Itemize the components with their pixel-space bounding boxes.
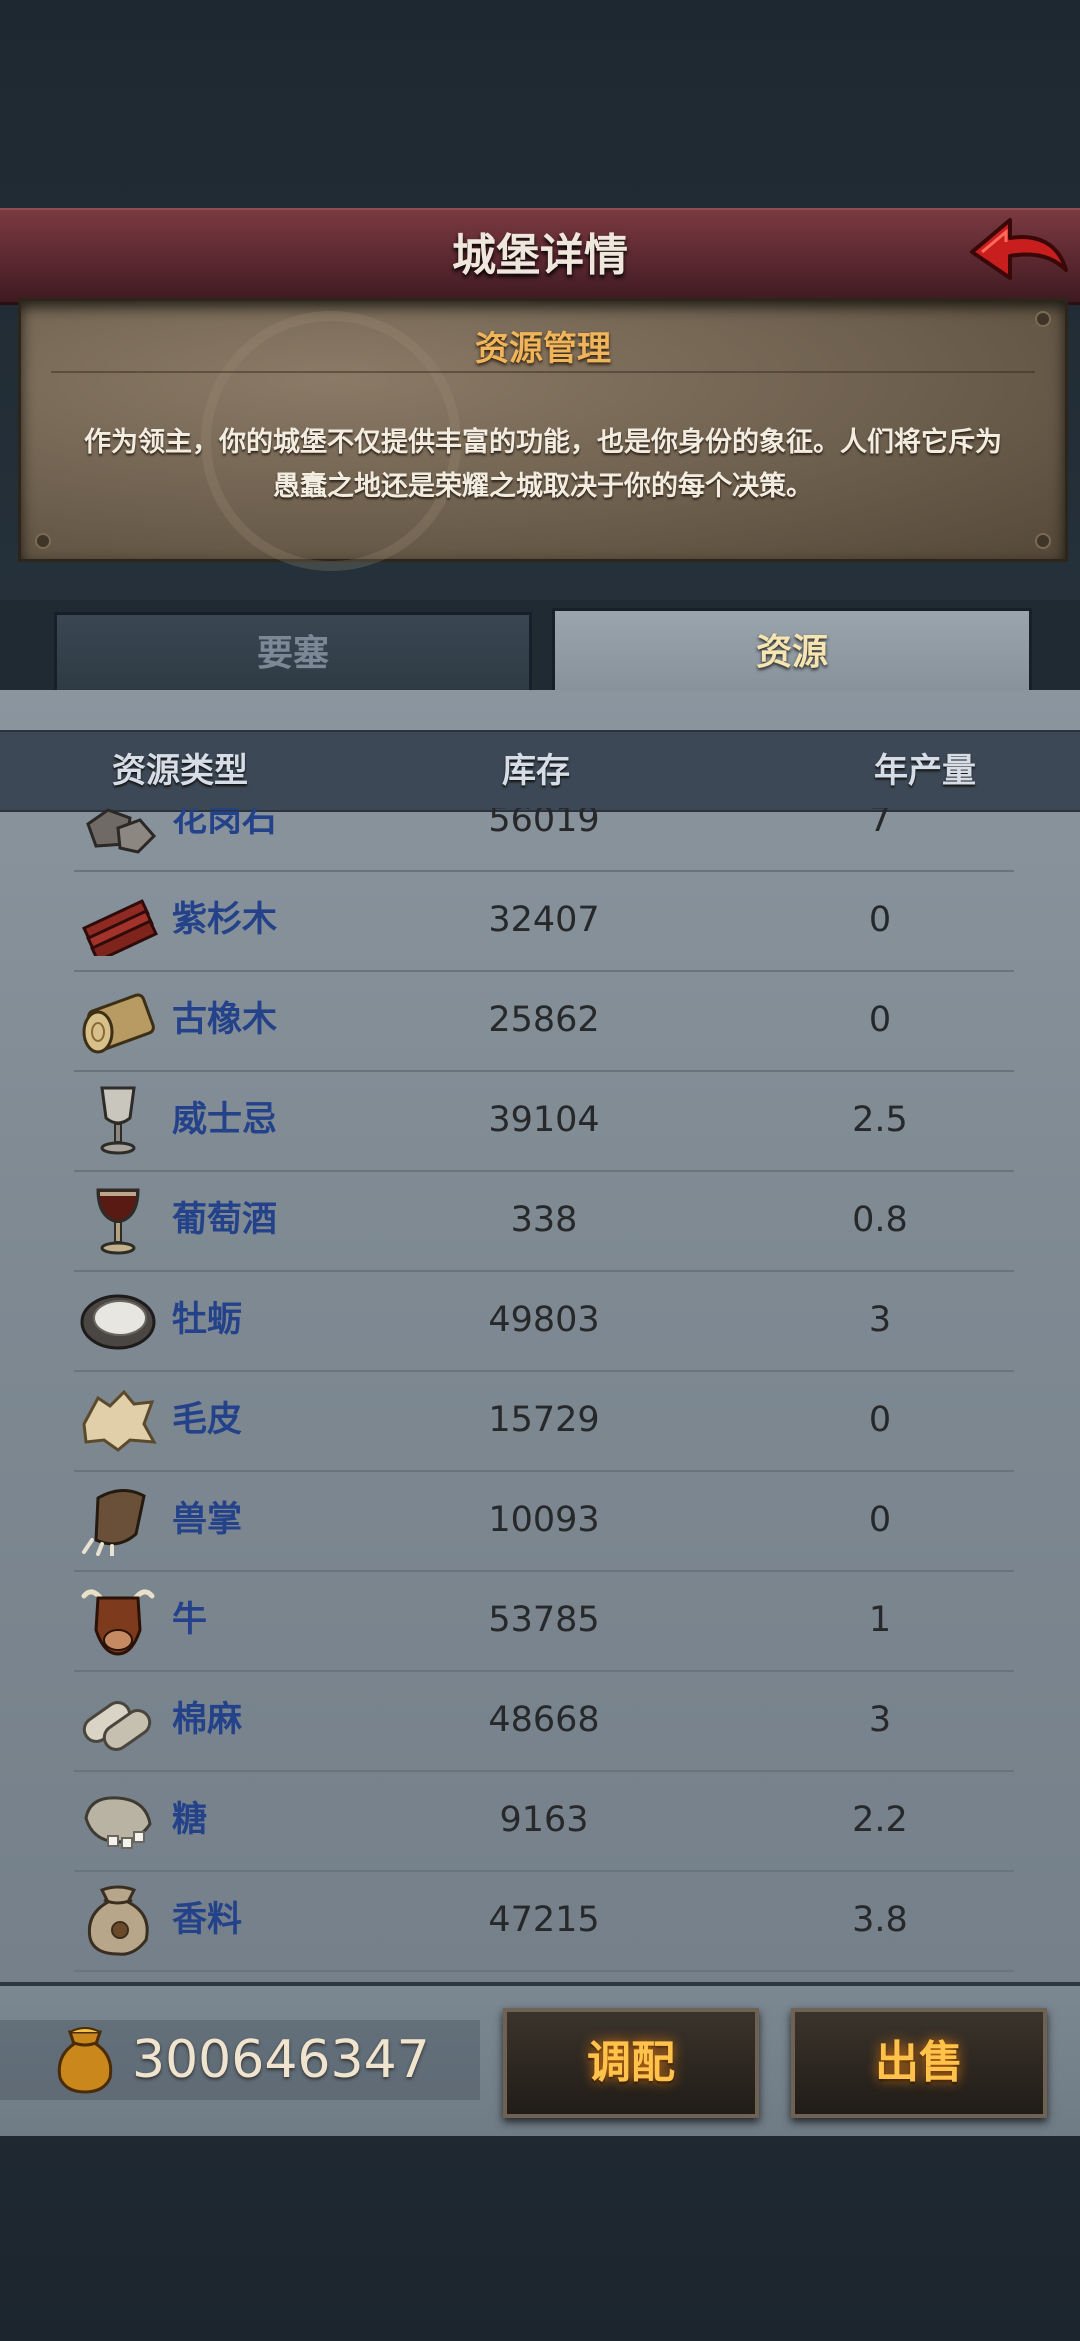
resource-stock: 9163	[499, 1800, 589, 1840]
resource-stock: 53785	[488, 1600, 600, 1640]
resource-name: 毛皮	[172, 1400, 243, 1440]
oyster-icon	[80, 1294, 156, 1350]
granite-icon	[86, 808, 157, 854]
resource-annual: 1	[868, 1600, 892, 1640]
tab-resources[interactable]: 资源	[552, 608, 1032, 698]
column-stock: 库存	[502, 751, 570, 791]
table-row[interactable]: 威士忌 39104 2.5	[74, 1070, 1014, 1172]
tab-fortress[interactable]: 要塞	[54, 612, 532, 696]
resource-stock: 15729	[488, 1400, 600, 1440]
resource-annual: 0	[868, 900, 892, 940]
resource-annual: 0	[868, 1000, 892, 1040]
title-banner: 城堡详情	[0, 208, 1080, 305]
table-row[interactable]: 棉麻 48668 3	[74, 1670, 1014, 1772]
spice-sack-icon	[87, 1885, 149, 1956]
resource-name: 威士忌	[172, 1100, 278, 1140]
resource-stock: 48668	[488, 1700, 600, 1740]
resource-name: 牛	[172, 1600, 208, 1640]
panel-divider	[51, 371, 1035, 373]
resource-stock: 56019	[488, 808, 600, 840]
table-row[interactable]: 牡蛎 49803 3	[74, 1270, 1014, 1372]
resource-name: 糖	[172, 1800, 208, 1840]
table-row[interactable]: 紫杉木 32407 0	[74, 870, 1014, 972]
resource-annual: 3	[868, 1700, 892, 1740]
resource-annual: 0.8	[852, 1200, 908, 1240]
resource-stock: 47215	[488, 1900, 600, 1940]
resource-list[interactable]: 花岗石 56019 7 紫杉木 32407 0 古橡木 25862 0 威士忌 …	[0, 808, 1080, 1972]
table-row[interactable]: 牛 53785 1	[74, 1570, 1014, 1672]
resource-name: 紫杉木	[172, 900, 278, 940]
resource-name: 兽掌	[172, 1500, 243, 1540]
panel-title: 资源管理	[475, 329, 611, 369]
whisky-goblet-icon	[100, 1086, 136, 1155]
back-button[interactable]	[966, 212, 1070, 292]
sell-button[interactable]: 出售	[791, 2008, 1047, 2118]
resource-stock: 49803	[488, 1300, 600, 1340]
resource-name: 香料	[172, 1900, 243, 1940]
resource-annual: 0	[868, 1500, 892, 1540]
resource-annual: 2.2	[852, 1800, 908, 1840]
table-row[interactable]: 葡萄酒 338 0.8	[74, 1170, 1014, 1272]
paw-icon	[82, 1489, 146, 1556]
linen-roll-icon	[82, 1701, 152, 1751]
resource-name: 古橡木	[172, 1000, 278, 1040]
info-panel: 资源管理 作为领主，你的城堡不仅提供丰富的功能，也是你身份的象征。人们将它斥为愚…	[18, 298, 1068, 571]
resource-stock: 10093	[488, 1500, 600, 1540]
table-row[interactable]: 香料 47215 3.8	[74, 1870, 1014, 1972]
panel-description: 作为领主，你的城堡不仅提供丰富的功能，也是你身份的象征。人们将它斥为愚蠢之地还是…	[84, 427, 1002, 502]
table-header: 资源类型 库存 年产量	[0, 730, 1080, 812]
resource-stock: 39104	[488, 1100, 600, 1140]
resource-annual: 3	[868, 1300, 892, 1340]
resource-stock: 32407	[488, 900, 600, 940]
back-arrow-icon	[970, 218, 1068, 280]
rivet-icon	[1035, 533, 1051, 549]
table-row[interactable]: 糖 9163 2.2	[74, 1770, 1014, 1872]
resource-name: 花岗石	[172, 808, 278, 840]
resource-name: 葡萄酒	[172, 1200, 278, 1240]
oak-log-icon	[82, 993, 155, 1054]
resource-stock: 338	[510, 1200, 578, 1240]
rivet-icon	[1035, 311, 1051, 327]
table-row[interactable]: 花岗石 56019 7	[74, 808, 1014, 872]
resource-annual: 0	[868, 1400, 892, 1440]
rivet-icon	[35, 533, 51, 549]
gold-sack-icon	[57, 2027, 113, 2094]
sugar-sack-icon	[84, 1796, 152, 1849]
resource-name: 牡蛎	[172, 1300, 243, 1340]
coin-amount: 300646347	[132, 2030, 430, 2090]
allocate-button[interactable]: 调配	[503, 2008, 759, 2118]
fur-icon	[82, 1389, 157, 1452]
resource-stock: 25862	[488, 1000, 600, 1040]
resource-name: 棉麻	[172, 1700, 243, 1740]
resource-annual: 7	[868, 808, 892, 840]
table-row[interactable]: 毛皮 15729 0	[74, 1370, 1014, 1472]
column-resource-type: 资源类型	[112, 751, 248, 791]
table-row[interactable]: 兽掌 10093 0	[74, 1470, 1014, 1572]
page-title: 城堡详情	[452, 230, 628, 281]
ox-icon	[81, 1589, 155, 1656]
resource-annual: 3.8	[852, 1900, 908, 1940]
redwood-icon	[82, 899, 158, 956]
table-row[interactable]: 古橡木 25862 0	[74, 970, 1014, 1072]
wine-goblet-icon	[96, 1188, 140, 1255]
resource-annual: 2.5	[852, 1100, 908, 1140]
column-annual-output[interactable]: 年产量	[874, 732, 976, 810]
